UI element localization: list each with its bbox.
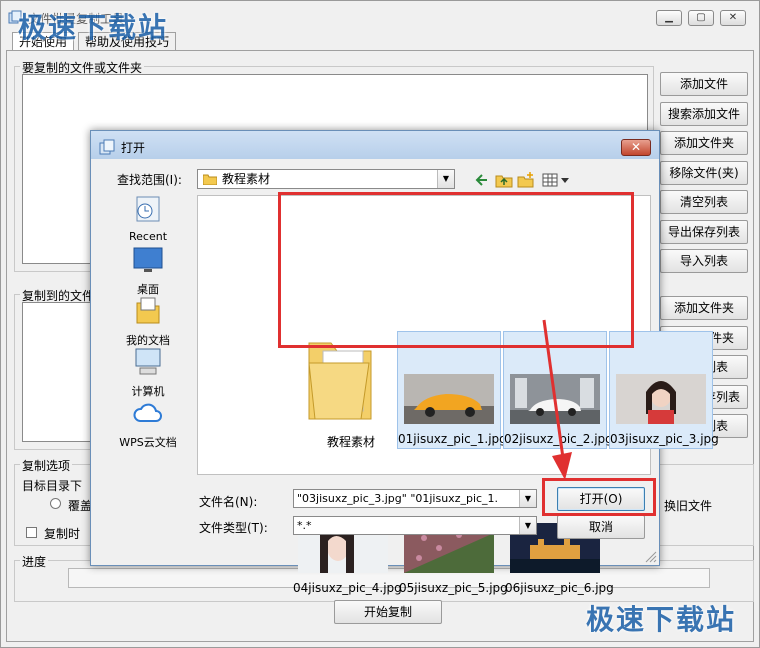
recent-icon	[131, 193, 165, 228]
source-button-6[interactable]: 导入列表	[660, 249, 748, 273]
overwrite-radio[interactable]	[50, 498, 61, 509]
filetype-select[interactable]: *.* ▼	[293, 516, 537, 535]
maximize-button[interactable]: ▢	[688, 10, 714, 26]
back-icon[interactable]	[473, 171, 491, 189]
places-bar: Recent 桌面 我的文档 计算机 WPS云文档	[111, 193, 183, 453]
file-name-label: 06jisuxz_pic_6.jpg	[505, 581, 614, 595]
dialog-title: 打开	[121, 141, 146, 155]
source-button-0[interactable]: 添加文件	[660, 72, 748, 96]
place-2[interactable]: 我的文档	[111, 295, 185, 348]
folder-icon	[202, 173, 218, 186]
filetype-value: *.*	[297, 519, 312, 532]
source-button-3[interactable]: 移除文件(夹)	[660, 160, 748, 185]
dest-button-0[interactable]: 添加文件夹	[660, 296, 748, 320]
file-name-label: 04jisuxz_pic_4.jpg	[293, 581, 402, 595]
source-button-2[interactable]: 添加文件夹	[660, 131, 748, 155]
options-group-label: 复制选项	[20, 457, 73, 474]
start-copy-button[interactable]: 开始复制	[334, 600, 442, 624]
dialog-icon	[99, 139, 115, 155]
filetype-label: 文件类型(T):	[199, 521, 268, 535]
progress-label: 进度	[20, 553, 49, 570]
place-0[interactable]: Recent	[111, 193, 185, 243]
computer-icon	[131, 346, 165, 381]
filename-label: 文件名(N):	[199, 495, 258, 509]
filename-input[interactable]: "03jisuxz_pic_3.jpg" "01jisuxz_pic_1. ▼	[293, 489, 537, 508]
documents-icon	[131, 295, 165, 330]
copy-when-checkbox[interactable]	[26, 527, 37, 538]
file-name-label: 05jisuxz_pic_5.jpg	[399, 581, 508, 595]
chevron-down-icon: ▼	[437, 170, 454, 188]
look-in-combo[interactable]: 教程素材 ▼	[197, 169, 455, 189]
arrow-annotation-icon	[542, 319, 572, 480]
replace-old-label: 换旧文件	[664, 499, 713, 513]
filename-value: "03jisuxz_pic_3.jpg" "01jisuxz_pic_1.	[297, 492, 499, 505]
new-folder-icon[interactable]	[517, 171, 535, 189]
cloud-icon	[131, 397, 165, 432]
close-icon: ✕	[630, 140, 642, 154]
cancel-button[interactable]: 取消	[557, 515, 645, 539]
image-thumbnail	[404, 374, 494, 427]
watermark-top: 极速下载站	[18, 11, 169, 44]
copy-when-label: 复制时	[44, 527, 81, 541]
source-button-4[interactable]: 清空列表	[660, 190, 748, 214]
file-item[interactable]: 03jisuxz_pic_3.jpg	[609, 331, 719, 449]
place-label: Recent	[128, 230, 168, 243]
source-button-1[interactable]: 搜索添加文件	[660, 101, 748, 126]
place-label: WPS云文档	[119, 436, 177, 449]
chevron-down-icon: ▼	[519, 517, 536, 534]
close-icon: ✕	[728, 12, 738, 23]
source-button-5[interactable]: 导出保存列表	[660, 219, 748, 244]
place-1[interactable]: 桌面	[111, 244, 185, 297]
place-4[interactable]: WPS云文档	[111, 397, 185, 450]
window-close-button[interactable]: ✕	[720, 10, 746, 26]
minimize-button[interactable]: ▁	[656, 10, 682, 26]
file-name-label: 01jisuxz_pic_1.jpg	[398, 432, 507, 446]
target-dir-label: 目标目录下	[22, 479, 83, 493]
place-3[interactable]: 计算机	[111, 346, 185, 399]
overwrite-label: 覆盖	[68, 499, 93, 513]
selection-highlight-box	[278, 192, 634, 348]
minimize-icon: ▁	[665, 12, 673, 23]
resize-grip-icon[interactable]	[643, 549, 657, 563]
image-thumbnail	[616, 374, 706, 427]
maximize-icon: ▢	[696, 12, 706, 23]
watermark-bottom: 极速下载站	[586, 603, 737, 636]
file-name-label: 03jisuxz_pic_3.jpg	[610, 432, 719, 446]
view-menu-icon[interactable]	[541, 171, 571, 189]
desktop-icon	[131, 244, 165, 279]
up-folder-icon[interactable]	[495, 171, 513, 189]
file-name-label: 教程素材	[326, 435, 375, 449]
dialog-titlebar[interactable]	[91, 131, 659, 159]
file-item[interactable]: 01jisuxz_pic_1.jpg	[397, 331, 507, 449]
dialog-close-button[interactable]: ✕	[621, 139, 651, 156]
look-in-value: 教程素材	[222, 172, 271, 186]
folder-item[interactable]: 教程素材	[301, 331, 401, 451]
chevron-down-icon: ▼	[519, 490, 536, 507]
look-in-label: 查找范围(I):	[117, 173, 182, 187]
